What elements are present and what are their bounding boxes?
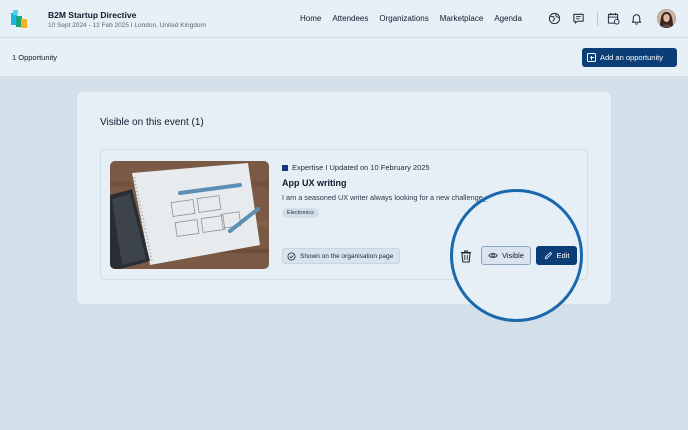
bell-icon[interactable]: [630, 12, 643, 25]
plus-square-icon: [587, 53, 596, 62]
eye-icon: [488, 253, 498, 258]
header-divider: [597, 12, 598, 26]
nav-attendees[interactable]: Attendees: [332, 14, 368, 23]
meta-text: Expertise I Updated on 10 February 2025: [292, 163, 430, 172]
section-title: Visible on this event (1): [100, 117, 204, 128]
app-logo[interactable]: [10, 9, 28, 29]
category-tag: Electronics: [282, 208, 319, 218]
nav-home[interactable]: Home: [300, 14, 321, 23]
add-opportunity-label: Add an opportunity: [600, 53, 663, 62]
delete-icon[interactable]: [458, 248, 474, 264]
opportunity-image: [110, 161, 269, 269]
calendar-icon[interactable]: [607, 12, 620, 25]
visible-label: Visible: [502, 251, 524, 260]
event-title: B2M Startup Directive: [48, 10, 137, 20]
magnified-description: I am a seasoned UX writer always looking…: [453, 195, 488, 204]
category-marker: [282, 164, 288, 171]
opportunity-title[interactable]: App UX writing: [282, 178, 347, 188]
add-opportunity-button[interactable]: Add an opportunity: [582, 48, 677, 67]
globe-icon[interactable]: [548, 12, 561, 25]
visible-toggle-button[interactable]: Visible: [481, 246, 531, 265]
pencil-icon: [544, 251, 552, 260]
user-avatar[interactable]: [657, 9, 676, 28]
event-dates-location: 10 Sept 2024 - 12 Feb 2025 I London, Uni…: [48, 22, 206, 29]
nav-marketplace[interactable]: Marketplace: [440, 14, 484, 23]
nav-agenda[interactable]: Agenda: [494, 14, 522, 23]
shown-on-page-label: Shown on the organisation page: [300, 252, 394, 260]
opportunity-count: 1 Opportunity: [12, 53, 58, 62]
edit-label: Edit: [556, 251, 570, 260]
check-circle-icon: [287, 251, 296, 261]
edit-button[interactable]: Edit: [536, 246, 577, 265]
opportunity-meta: Expertise I Updated on 10 February 2025: [282, 163, 430, 172]
shown-on-page-chip[interactable]: Shown on the organisation page: [282, 248, 401, 264]
chat-icon[interactable]: [572, 12, 585, 25]
top-header: B2M Startup Directive 10 Sept 2024 - 12 …: [0, 0, 688, 38]
main-nav: Home Attendees Organizations Marketplace…: [300, 14, 522, 23]
nav-organizations[interactable]: Organizations: [379, 14, 428, 23]
